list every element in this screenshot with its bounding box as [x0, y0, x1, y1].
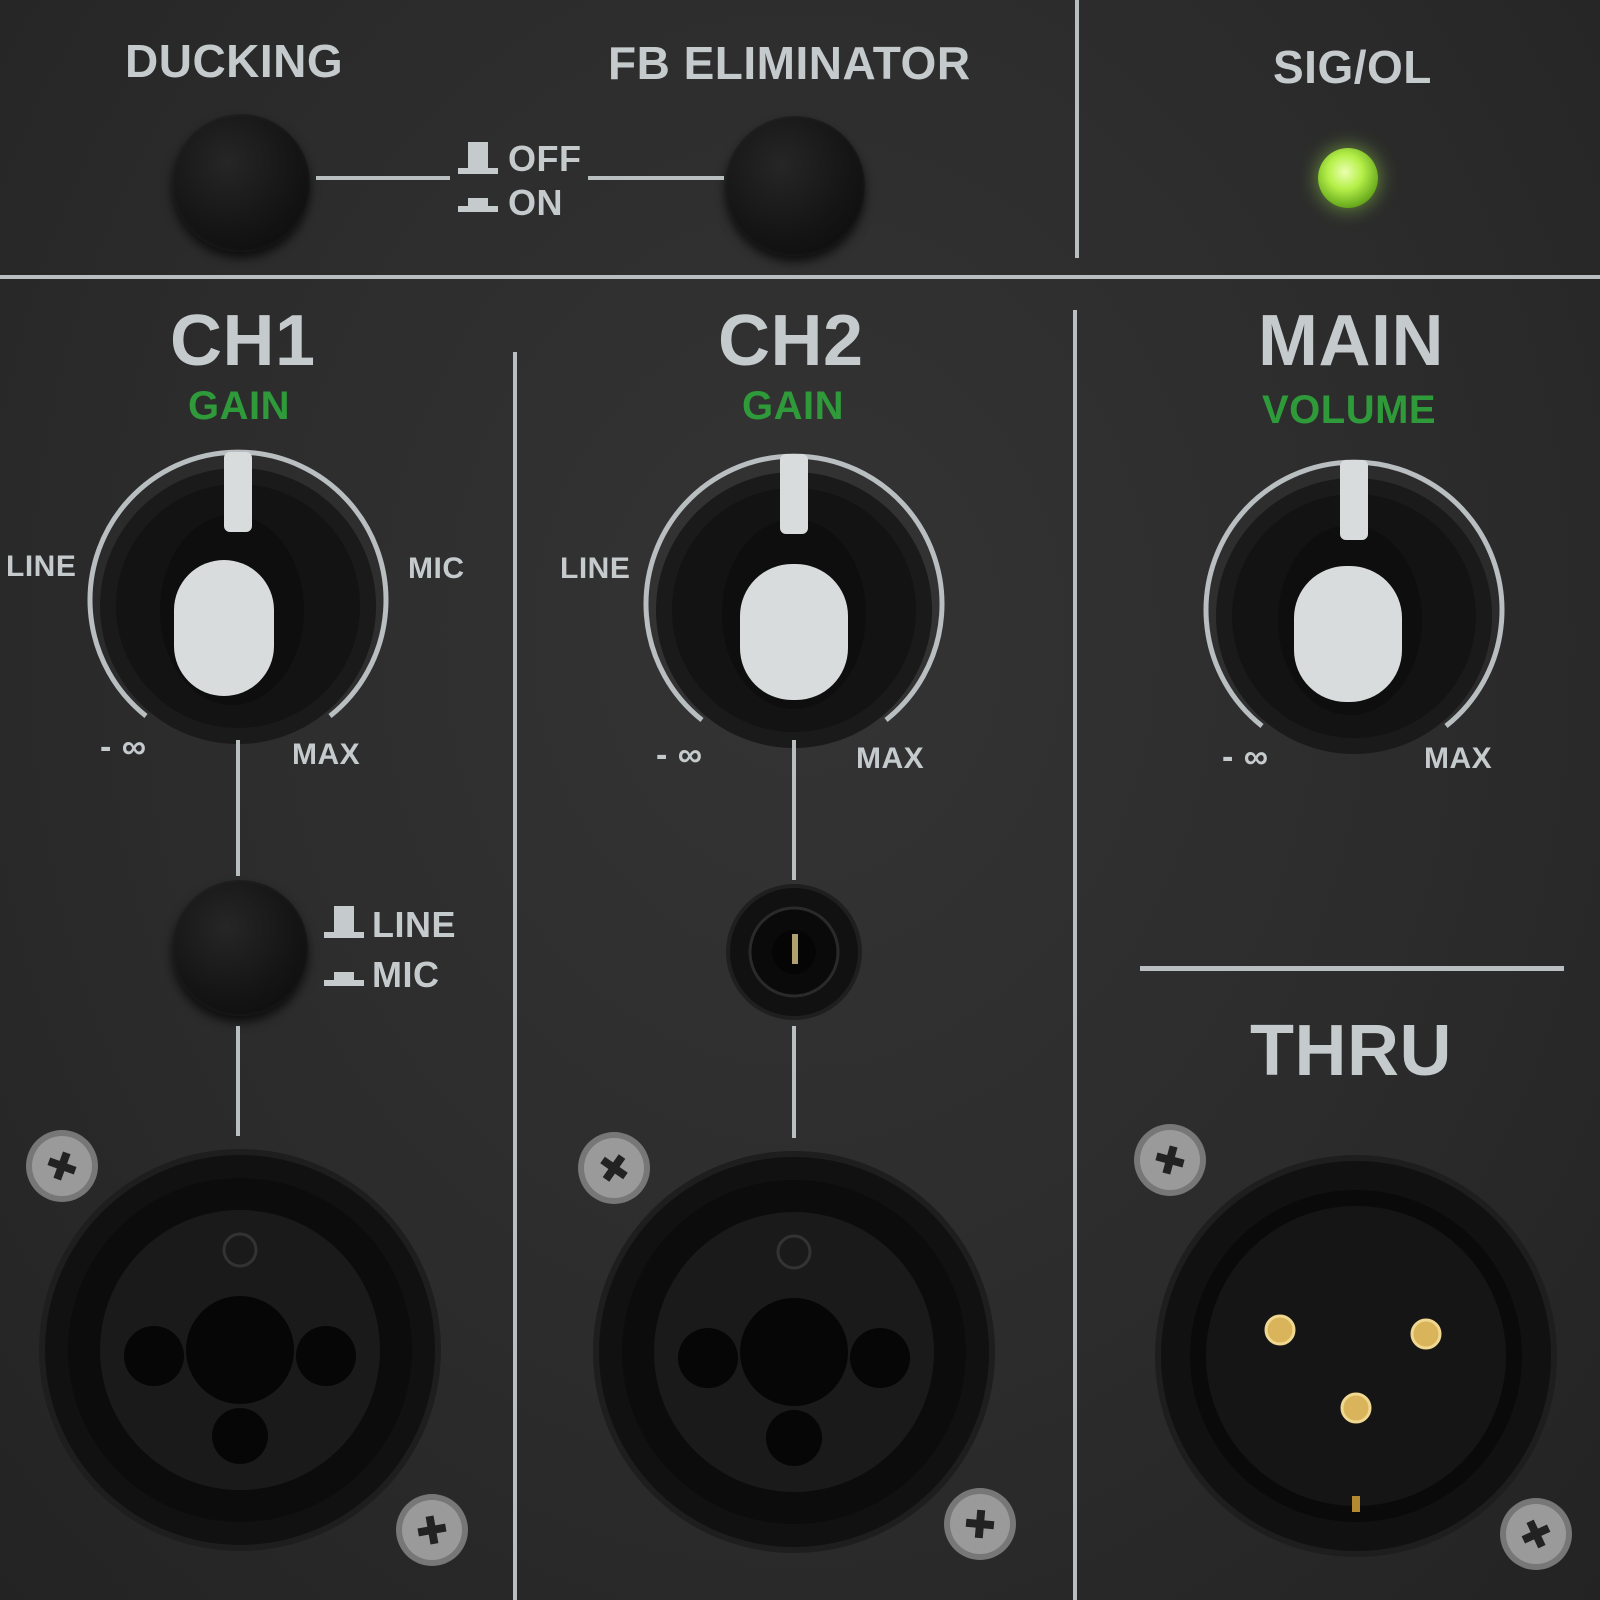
ch1-connector-top — [236, 740, 240, 876]
switch-up-icon — [324, 906, 364, 938]
screw-icon — [396, 1494, 468, 1566]
ch1-mic-label: MIC — [408, 552, 465, 585]
main-title: MAIN — [1258, 301, 1444, 381]
sig-ol-label: SIG/OL — [1273, 41, 1432, 93]
fb-eliminator-label: FB ELIMINATOR — [608, 37, 971, 89]
sig-ol-led — [1318, 148, 1378, 208]
ch1-switch-line-label: LINE — [372, 904, 457, 945]
screw-icon — [944, 1488, 1016, 1560]
top-right-divider — [1075, 0, 1079, 258]
ch1-title: CH1 — [170, 301, 316, 381]
main-thru-divider — [1140, 966, 1564, 971]
fb-eliminator-button[interactable] — [725, 116, 865, 256]
switch-up-icon — [458, 142, 498, 174]
ch2-gain-knob[interactable] — [634, 444, 954, 764]
ch2-title: CH2 — [718, 301, 864, 381]
ducking-button[interactable] — [172, 114, 310, 252]
fb-connector-line — [588, 176, 724, 180]
ch1-gain-knob[interactable] — [78, 440, 398, 760]
ducking-label: DUCKING — [125, 35, 344, 87]
ch2-main-divider — [1073, 310, 1077, 1600]
ducking-connector-line — [316, 176, 450, 180]
ch1-connector-bottom — [236, 1026, 240, 1136]
thru-title: THRU — [1250, 1011, 1452, 1091]
top-divider — [0, 275, 1600, 279]
ch2-connector-top — [792, 740, 796, 880]
screw-icon — [1134, 1124, 1206, 1196]
screw-icon — [1500, 1498, 1572, 1570]
screw-icon — [578, 1132, 650, 1204]
main-volume-knob[interactable] — [1194, 450, 1514, 770]
switch-down-icon — [458, 198, 498, 212]
screw-icon — [26, 1130, 98, 1202]
ch1-switch-mic-label: MIC — [372, 954, 440, 995]
ch1-line-label: LINE — [6, 550, 77, 583]
quarter-inch-jack-icon[interactable] — [724, 882, 864, 1022]
ch2-gain-label: GAIN — [742, 384, 844, 428]
ch1-line-mic-button[interactable] — [172, 880, 308, 1016]
switch-on-label: ON — [508, 182, 563, 223]
switch-off-label: OFF — [508, 138, 582, 179]
ch1-gain-label: GAIN — [188, 384, 290, 428]
main-volume-label: VOLUME — [1262, 388, 1437, 432]
ch2-connector-bottom — [792, 1026, 796, 1138]
switch-down-icon — [324, 972, 364, 986]
ch1-ch2-divider — [513, 352, 517, 1600]
mixer-panel: DUCKING FB ELIMINATOR SIG/OL OFF ON CH1 … — [0, 0, 1600, 1600]
ch2-line-label: LINE — [560, 552, 631, 585]
